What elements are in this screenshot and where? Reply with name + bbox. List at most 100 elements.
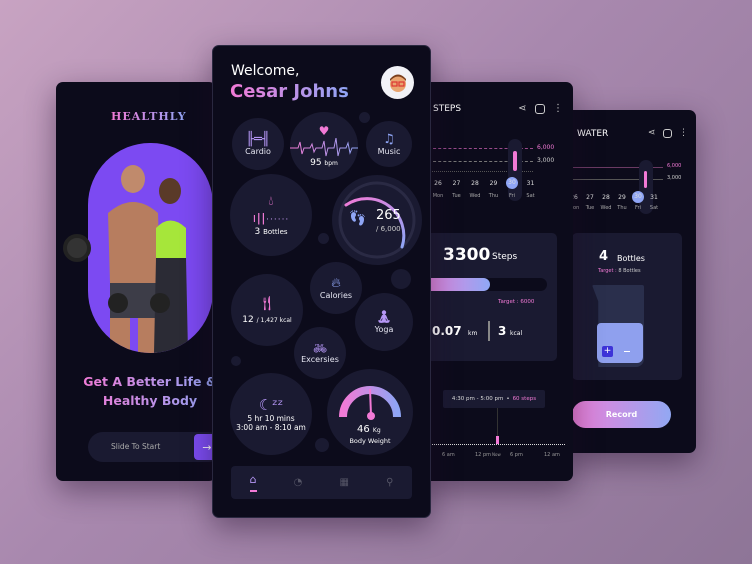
weight-unit: Kg [372, 427, 381, 434]
day-number[interactable]: 27 [582, 194, 598, 201]
water-title: WATER [577, 129, 609, 139]
steps-progress [420, 278, 547, 291]
water-tile[interactable]: 💧︎ ıǀǀ······ 3 Bottles [230, 174, 312, 256]
day-name: Sat [526, 193, 535, 199]
steps-card: 3300 Steps Target : 6000 0.07 km 3 kcal [420, 233, 557, 361]
more-icon[interactable]: ⋮ [679, 128, 688, 138]
share-icon[interactable]: ⋖ [518, 103, 526, 114]
timeline-label: 12 pm [475, 452, 491, 458]
avatar[interactable] [381, 66, 414, 99]
timeline-tooltip: 4:30 pm - 5:00 pm • 60 steps [443, 390, 545, 408]
day-name: Tue [452, 193, 461, 199]
day-number[interactable]: 28 [598, 194, 614, 201]
music-note-icon: ♫ [383, 132, 395, 147]
timeline-label: 6 pm [510, 452, 523, 458]
record-button[interactable]: Record [572, 401, 671, 428]
bottom-nav: ⌂ ◔ ▦ ⚲ [231, 466, 412, 499]
timeline-label: 12 am [544, 452, 560, 458]
water-bars: ıǀǀ······ [252, 210, 290, 225]
headline-line2: Healthy Body [102, 393, 198, 408]
pie-chart-icon[interactable]: ◔ [294, 477, 303, 488]
ecg-line [290, 138, 358, 157]
tooltip-sep: • [506, 396, 510, 402]
target-value: 8 Bottles [618, 268, 641, 274]
slide-to-start[interactable]: Slide To Start → [88, 432, 216, 462]
onboarding-screen: HEALTHLY Get A Better Life & Healthy Body… [56, 82, 216, 481]
day-number[interactable]: 30 [632, 191, 644, 203]
chart-icon[interactable] [535, 104, 545, 114]
kcal-unit: kcal [510, 330, 523, 337]
now-marker [496, 436, 499, 444]
day-number[interactable]: 29 [614, 194, 630, 201]
dumbbell-icon: ╟═╢ [246, 132, 270, 147]
water-value: 4 [599, 249, 609, 264]
water-value: 3 [254, 226, 261, 237]
hero-image [88, 143, 213, 353]
remove-water-button[interactable] [624, 351, 630, 352]
steps-screen: STEPS ⋖ ⋮ 6,000 3,000 26 Mon 27 Tue 28 Wed 29 T… [420, 82, 573, 481]
chart-icon[interactable] [663, 129, 672, 138]
water-unit: Bottles [617, 254, 645, 263]
day-number[interactable]: 31 [523, 180, 539, 187]
home-icon[interactable]: ⌂ [249, 473, 257, 492]
music-tile[interactable]: ♫ Music [366, 121, 412, 167]
water-drop-icon: 💧︎ [268, 193, 274, 209]
kcal-value: 3 [498, 324, 507, 338]
axis-label: 3,000 [667, 175, 682, 181]
exercise-bike-icon: 🚲︎ [313, 342, 327, 355]
welcome-text: Welcome, [231, 63, 300, 79]
user-icon[interactable]: ⚲ [386, 477, 393, 488]
day-name: Mon [432, 193, 444, 199]
day-name: Fri [509, 193, 515, 199]
sleep-tile[interactable]: ☾ᶻᶻ 5 hr 10 mins 3:00 am - 8:10 am [230, 373, 312, 455]
calendar-icon[interactable]: ▦ [340, 477, 349, 488]
more-icon[interactable]: ⋮ [553, 103, 563, 114]
day-number[interactable]: 31 [646, 194, 662, 201]
headline-line1: Get A Better Life & [83, 374, 216, 389]
tooltip-time: 4:30 pm - 5:00 pm [451, 396, 504, 402]
day-number[interactable]: 30 [506, 177, 518, 189]
water-screen: WATER ⋖ ⋮ 6,000 3,000 26 Mon 27 Tue 28 Wed 29 T… [565, 110, 696, 453]
weight-value: 46 [357, 424, 370, 435]
axis-label: 6,000 [537, 144, 555, 151]
cardio-label: Cardio [245, 147, 271, 156]
tooltip-steps: 60 steps [512, 396, 537, 402]
timeline-label: 6 am [442, 452, 455, 458]
record-label: Record [605, 410, 638, 419]
share-icon[interactable]: ⋖ [648, 128, 656, 138]
calories-tile[interactable]: 🔥︎ Calories [310, 262, 362, 314]
day-name: Thu [488, 193, 499, 199]
heart-pulse-icon: ♥ [318, 124, 330, 138]
heart-rate-tile[interactable]: ♥ 95 bpm [290, 112, 358, 180]
heart-value: 95 [310, 158, 322, 168]
steps-unit: Steps [492, 252, 518, 262]
food-total: / 1,427 kcal [256, 316, 292, 324]
app-logo: HEALTHLY [111, 110, 187, 123]
home-screen: Welcome, Cesar Johns ╟═╢ Cardio ♥ 95 bpm… [212, 45, 431, 518]
day-name: Sat [649, 205, 659, 211]
cardio-tile[interactable]: ╟═╢ Cardio [232, 118, 284, 170]
steps-value: 3300 [443, 245, 491, 265]
weight-tile[interactable]: 46 Kg Body Weight [327, 369, 413, 455]
water-unit: Bottles [263, 227, 288, 236]
axis-label: 6,000 [667, 163, 682, 169]
day-number[interactable]: 26 [430, 180, 446, 187]
sleep-duration: 5 hr 10 mins [247, 414, 295, 423]
exercises-label: Excersies [301, 355, 339, 364]
steps-tile[interactable]: 👣︎ 265 / 6,000 [332, 175, 422, 265]
slide-label: Slide To Start [111, 442, 161, 451]
day-number[interactable]: 27 [449, 180, 465, 187]
day-number[interactable]: 28 [467, 180, 483, 187]
day-number[interactable]: 29 [486, 180, 502, 187]
steps-value: 265 [376, 208, 401, 223]
steps-title: STEPS [433, 104, 462, 114]
yoga-label: Yoga [374, 325, 394, 334]
distance-value: 0.07 [432, 324, 462, 338]
calories-label: Calories [319, 291, 353, 300]
add-water-button[interactable]: + [602, 346, 613, 357]
steps-target: / 6,000 [376, 225, 401, 233]
steps-target: Target : 6000 [498, 299, 535, 305]
food-value: 12 [242, 314, 254, 325]
food-tile[interactable]: 🍴︎ 12 / 1,427 kcal [231, 274, 303, 346]
yoga-tile[interactable]: 🧘︎ Yoga [355, 293, 413, 351]
